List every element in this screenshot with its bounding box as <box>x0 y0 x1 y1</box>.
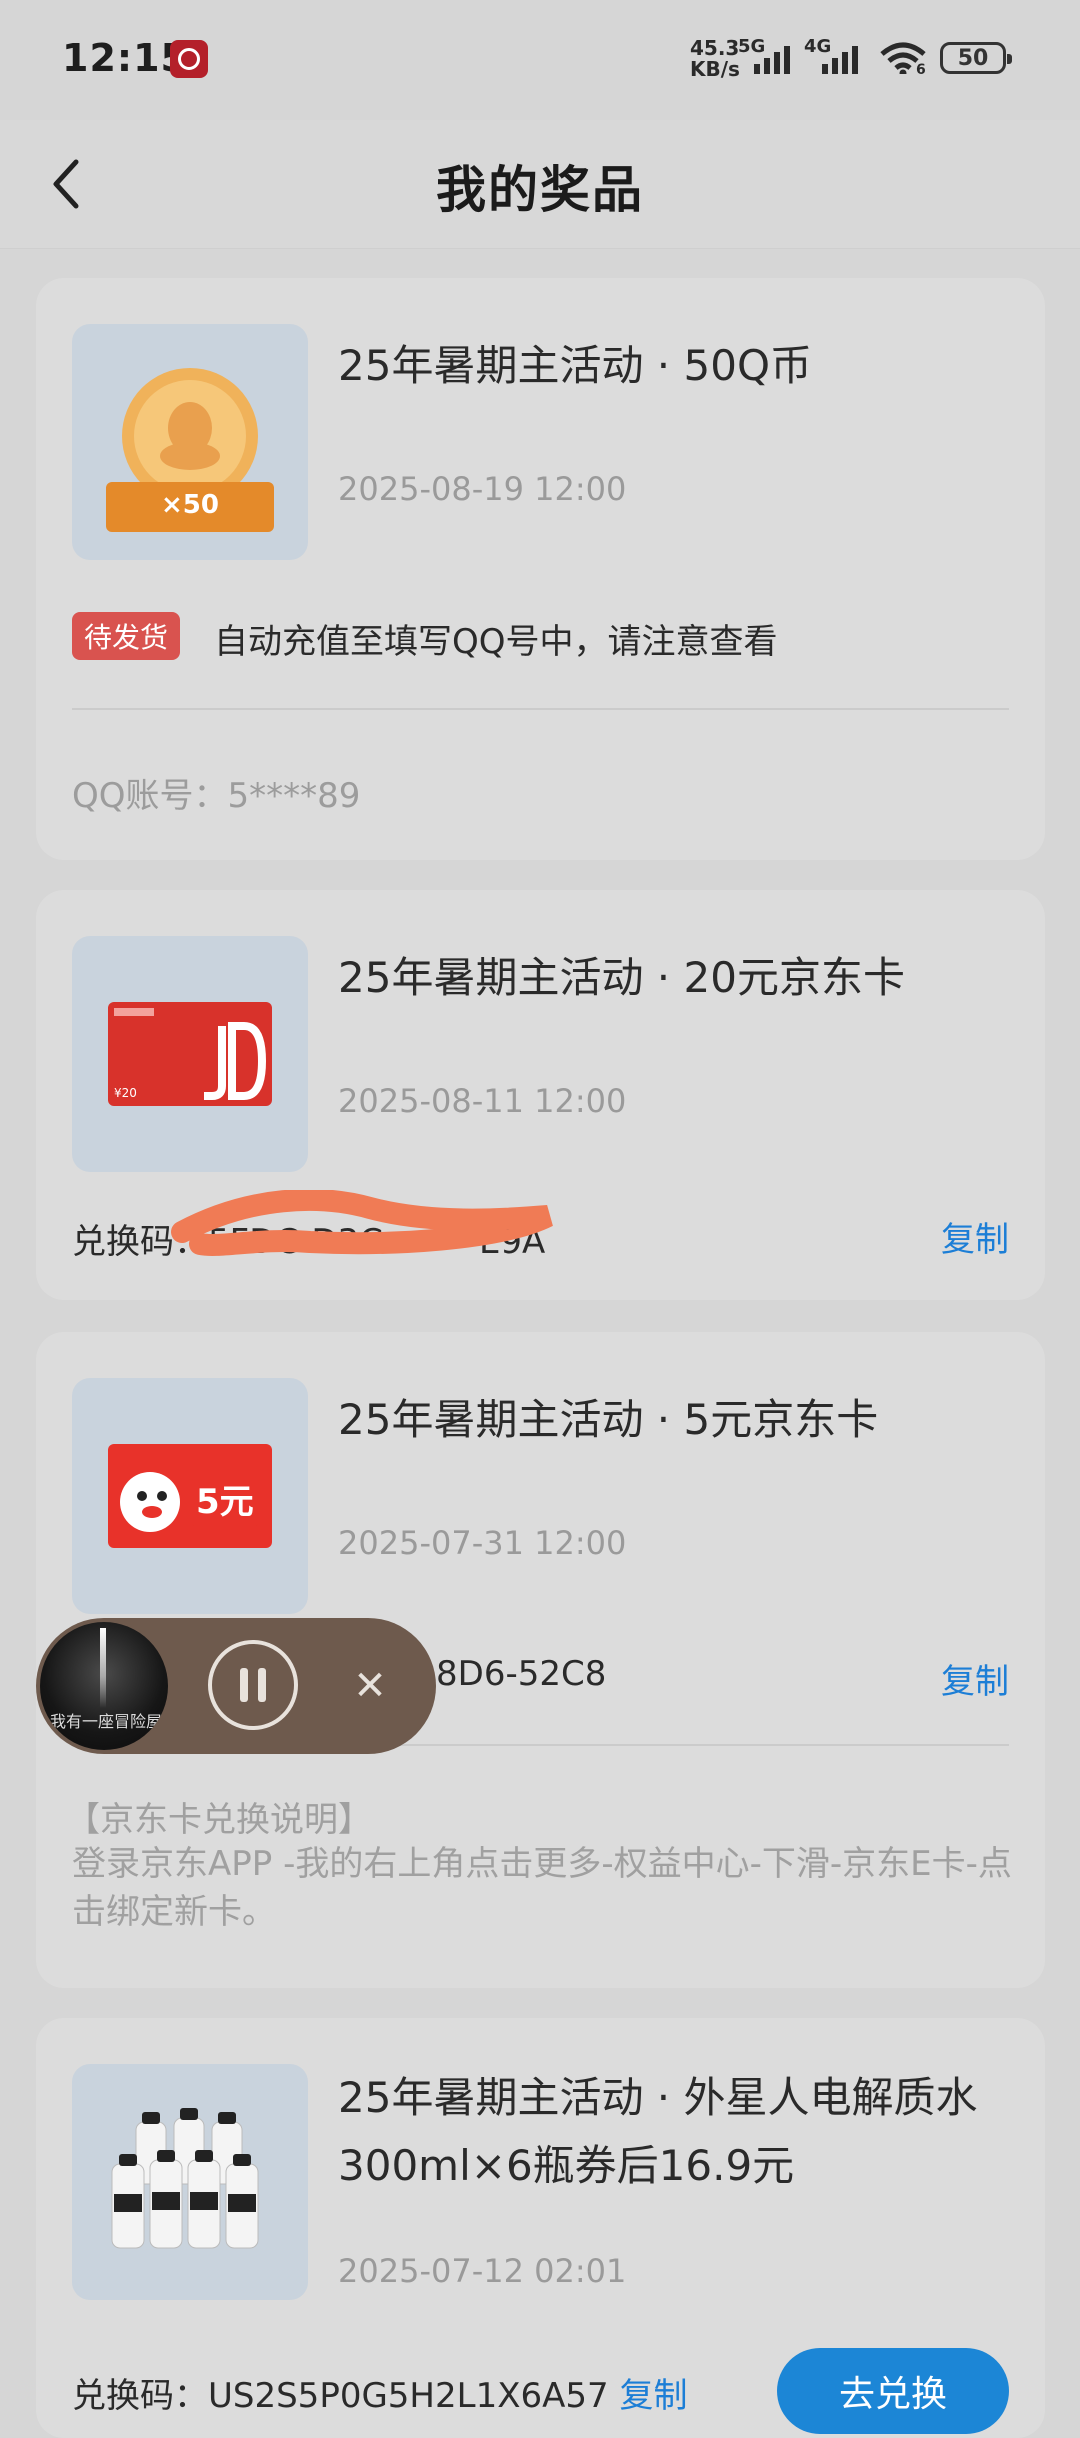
qcoin-thumbnail: ×50 <box>72 324 308 560</box>
prize-title: 25年暑期主活动 · 5元京东卡 <box>338 1395 879 1444</box>
close-icon[interactable]: ✕ <box>342 1658 398 1714</box>
electrolyte-thumbnail <box>72 2064 308 2300</box>
album-cover-title: 我有一座冒险屋 <box>49 1712 162 1731</box>
status-description: 自动充值至填写QQ号中，请注意查看 <box>214 622 778 662</box>
qq-account: QQ账号：5****89 <box>72 776 361 816</box>
page-title: 我的奖品 <box>436 161 644 219</box>
page-header: 我的奖品 <box>0 120 1080 249</box>
water-bottles-icon <box>111 2108 259 2249</box>
copy-button[interactable]: 复制 <box>941 1212 1009 1261</box>
redeem-button[interactable]: 去兑换 <box>777 2348 1009 2434</box>
prize-card-electrolyte: 25年暑期主活动 · 外星人电解质水300ml×6瓶券后16.9元 2025-0… <box>36 2018 1045 2438</box>
copy-button[interactable]: 复制 <box>619 2376 687 2416</box>
redaction-scribble <box>171 1190 553 1256</box>
prize-card-qcoin: ×50 25年暑期主活动 · 50Q币 2025-08-19 12:00 待发货… <box>36 278 1045 860</box>
status-bar: 12:15 45.3 KB/s 5G 4G 6 50 <box>0 0 1080 120</box>
prize-date: 2025-08-11 12:00 <box>338 1082 627 1120</box>
network-speed: 45.3 KB/s <box>690 38 740 80</box>
jd-gift-card-icon <box>108 1002 272 1106</box>
album-cover[interactable]: 我有一座冒险屋 <box>40 1622 168 1750</box>
network-speed-unit: KB/s <box>690 57 740 81</box>
prize-date: 2025-08-19 12:00 <box>338 470 627 508</box>
battery-indicator: 50 <box>940 42 1012 74</box>
signal-5g-icon <box>754 46 790 74</box>
bank-app-icon <box>170 40 208 78</box>
jd20-thumbnail: JD ¥20 <box>72 936 308 1172</box>
coin-count-label: ×50 <box>161 490 219 520</box>
jd5-card-face-value: 5元 <box>196 1482 254 1522</box>
redeem-instructions-body: 登录京东APP -我的右上角点击更多-权益中心-下滑-京东E卡-点击绑定新卡。 <box>72 1844 1012 1932</box>
status-badge: 待发货 <box>72 612 181 660</box>
network-speed-value: 45.3 <box>690 36 740 60</box>
prize-date: 2025-07-12 02:01 <box>338 2252 627 2290</box>
prize-title: 25年暑期主活动 · 20元京东卡 <box>338 953 905 1002</box>
pause-button[interactable] <box>208 1640 298 1730</box>
wifi-sub-label: 6 <box>916 62 926 78</box>
redeem-instructions-title: 【京东卡兑换说明】 <box>66 1800 372 1840</box>
redeem-code: 8D6-52C8 <box>436 1654 607 1694</box>
jd-card-brand: JD <box>224 1042 225 1043</box>
qq-coin-icon <box>106 368 274 532</box>
jd5-thumbnail: 5元 <box>72 1378 308 1614</box>
jd-joy-card-icon <box>108 1444 272 1548</box>
redeem-code: 兑换码：US2S5P0G5H2L1X6A57 复制 <box>72 2368 687 2417</box>
redeem-code-value: 兑换码：US2S5P0G5H2L1X6A57 <box>72 2376 609 2416</box>
jd-card-face-value: ¥20 <box>114 1086 137 1100</box>
signal-4g-icon <box>822 46 858 74</box>
floating-audio-player[interactable]: 我有一座冒险屋 ✕ <box>36 1618 436 1754</box>
prize-date: 2025-07-31 12:00 <box>338 1524 627 1562</box>
copy-button[interactable]: 复制 <box>941 1654 1009 1703</box>
prize-title: 25年暑期主活动 · 50Q币 <box>338 341 812 390</box>
prize-title: 25年暑期主活动 · 外星人电解质水300ml×6瓶券后16.9元 <box>338 2073 978 2190</box>
divider <box>72 708 1009 710</box>
